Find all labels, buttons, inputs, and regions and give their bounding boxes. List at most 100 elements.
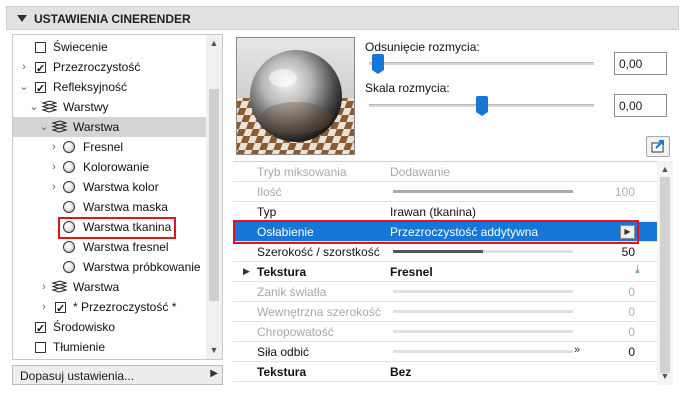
chevron-right-icon[interactable]: › [19,57,29,77]
prop-name: Tekstura [257,365,307,379]
tree-item-warstwa-probkowanie[interactable]: Warstwa próbkowanie [13,257,208,277]
layers-icon [51,280,67,293]
tree-item-tlumienie[interactable]: Tłumienie [13,337,208,357]
tree-item-label: Warstwy [63,100,109,114]
texture-edit-icon[interactable]: ⤓ [635,264,640,277]
prop-value: Irawan (tkanina) [390,205,477,219]
tree-item-refleksyjnosc[interactable]: ⌄ Refleksyjność [13,77,208,99]
tree-item-fresnel[interactable]: › Fresnel [13,137,208,157]
chevron-right-icon[interactable]: » [574,344,580,356]
tree-item-warstwa-kolor[interactable]: › Warstwa kolor [13,177,208,197]
prop-value: Bez [390,365,412,379]
checkbox[interactable] [35,42,46,53]
prop-row-width-roughness[interactable]: Szerokość / szorstkość 50 [233,242,657,262]
checkbox[interactable] [55,299,66,319]
expand-triangle-icon[interactable]: ▶ [243,266,250,277]
blur-scale-slider-thumb[interactable] [475,96,488,116]
blur-offset-track[interactable] [369,62,594,65]
prop-name: Tryb miksowania [257,165,347,179]
prop-name: Siła odbić [257,345,310,359]
tree-item-label: Środowisko [53,320,116,334]
prop-row-amount[interactable]: Ilość 100 [233,182,657,202]
tree-item-warstwa-fresnel[interactable]: Warstwa fresnel [13,237,208,257]
scrollbar-thumb[interactable] [209,89,219,301]
chevron-down-icon[interactable]: ⌄ [19,77,29,97]
scroll-up-arrow-icon[interactable]: ▲ [657,164,673,174]
tree-scrollbar[interactable]: ▲ ▼ [206,35,222,359]
tree-item-warstwa-maska[interactable]: Warstwa maska [13,197,208,217]
prop-name: Ilość [257,185,282,199]
falloff-level-bar[interactable] [393,290,573,293]
tree-item-przezroczystosc[interactable]: › Przezroczystość [13,57,208,79]
prop-name: Chropowatość [257,325,334,339]
amount-level-bar[interactable] [393,190,573,193]
chevron-down-icon[interactable]: ⌄ [39,117,49,137]
prop-row-texture-fresnel[interactable]: ▶ Tekstura Fresnel ⤓ [233,262,657,282]
tree-item-label: * Przezroczystość * [73,300,177,314]
chrome-sphere-preview [237,38,354,154]
prop-row-type[interactable]: Typ Irawan (tkanina) [233,202,657,222]
prop-number: 0 [628,325,635,339]
checkbox[interactable] [35,59,46,79]
prop-row-texture-none[interactable]: Tekstura Bez [233,362,657,382]
prop-number: 0 [628,305,635,319]
property-grid-scrollbar[interactable]: ▲ ▼ [657,161,673,385]
tree-item-warstwa-selected[interactable]: ⌄ Warstwa [13,117,208,137]
collapse-triangle-icon[interactable] [17,15,27,22]
prop-name: Wewnętrzna szerokość [257,305,381,319]
checkbox[interactable] [35,319,46,339]
chevron-down-icon[interactable]: ⌄ [29,97,39,117]
prop-row-inner-width[interactable]: Wewnętrzna szerokość 0 [233,302,657,322]
prop-row-blend-mode[interactable]: Tryb miksowania Dodawanie [233,162,657,182]
prop-row-reflection-strength[interactable]: Siła odbić » 0 [233,342,657,362]
blur-offset-label: Odsunięcie rozmycia: [365,40,480,54]
chevron-right-icon[interactable]: › [49,177,59,197]
arrow-right-icon: ▶ [210,368,218,379]
highlight-frame [233,220,639,244]
tree-item-label: Warstwa fresnel [83,240,169,254]
sphere-icon [63,181,75,193]
layers-icon [41,100,57,113]
tree-item-warstwa-2[interactable]: › Warstwa [13,277,208,297]
chevron-right-icon[interactable]: › [39,297,49,317]
sphere-icon [63,261,75,273]
tree-item-warstwy[interactable]: ⌄ Warstwy [13,97,208,117]
blur-scale-field[interactable]: 0,00 [614,94,667,117]
prop-number: 50 [621,245,635,259]
tree-item-przezroczystosc-layer[interactable]: › * Przezroczystość * [13,297,208,319]
chevron-right-icon[interactable]: › [49,137,59,157]
prop-value: Fresnel [390,265,433,279]
prop-number: 100 [614,185,635,199]
sphere-icon [63,201,75,213]
inner-width-level-bar[interactable] [393,310,573,313]
prop-row-light-falloff[interactable]: Zanik światła 0 [233,282,657,302]
prop-number: 0 [628,345,635,359]
scroll-up-arrow-icon[interactable]: ▲ [206,38,222,48]
panel-header[interactable]: USTAWIENIA CINERENDER [6,6,679,30]
checkbox[interactable] [35,79,46,99]
reflection-level-bar[interactable] [393,350,573,353]
tree-item-label: Warstwa maska [83,200,168,214]
tree-item-swiecenie[interactable]: Świecenie [13,37,208,57]
tree-item-label: Świecenie [53,40,108,54]
adjust-settings-button[interactable]: Dopasuj ustawienia... ▶ [12,365,223,385]
prop-name: Typ [257,205,277,219]
settings-tree: Świecenie › Przezroczystość ⌄ Refleksyjn… [12,34,223,360]
chevron-right-icon[interactable]: › [39,277,49,297]
checkbox[interactable] [35,342,46,353]
export-icon [651,140,664,153]
tree-item-kolorowanie[interactable]: › Kolorowanie [13,157,208,177]
prop-row-roughness[interactable]: Chropowatość 0 [233,322,657,342]
blur-offset-field[interactable]: 0,00 [614,52,667,75]
chevron-right-icon[interactable]: › [49,157,59,177]
roughness-level-bar[interactable] [393,330,573,333]
scroll-down-arrow-icon[interactable]: ▼ [657,371,673,381]
scrollbar-thumb[interactable] [660,177,670,373]
blur-offset-slider-thumb[interactable] [372,54,384,74]
width-level-bar[interactable] [393,250,573,253]
tree-item-label: Przezroczystość [53,60,141,74]
scroll-down-arrow-icon[interactable]: ▼ [206,345,222,355]
export-settings-button[interactable] [646,136,670,157]
level-fill [393,190,573,193]
tree-item-srodowisko[interactable]: Środowisko [13,317,208,339]
